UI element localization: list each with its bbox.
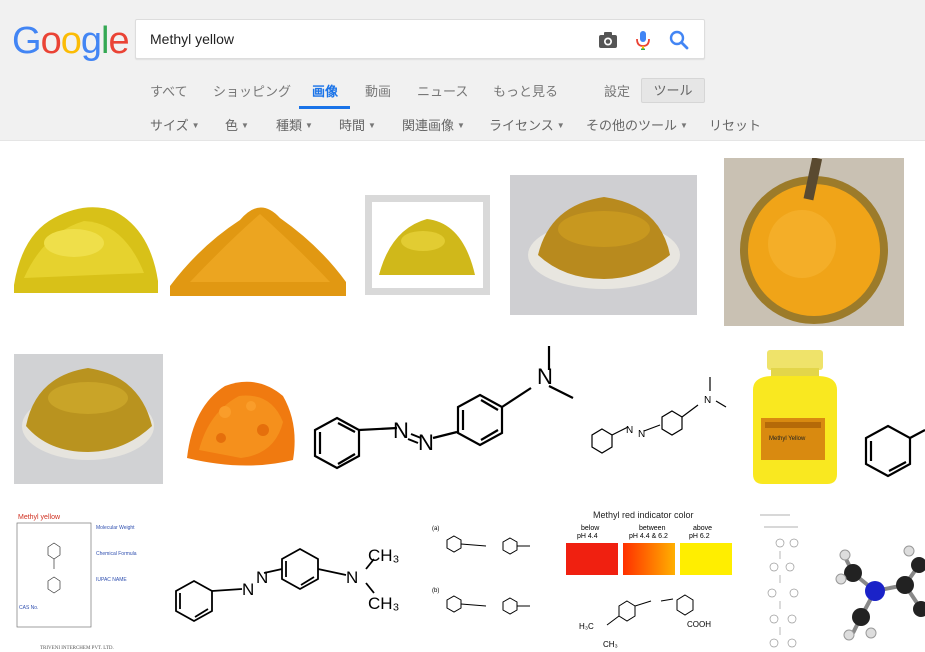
bottle-label: Methyl Yellow (769, 436, 806, 442)
label-a: (a) (432, 526, 439, 532)
label-below: below (581, 525, 600, 532)
image-result-dish-2[interactable] (724, 158, 904, 326)
image-result-granules[interactable] (185, 372, 297, 472)
logo-letter-g: G (12, 20, 42, 62)
tab-all[interactable]: すべて (150, 81, 188, 100)
filter-type[interactable]: 種類 ▼ (276, 115, 313, 134)
google-logo[interactable]: Google (12, 20, 130, 62)
filter-time-label: 時間 (339, 118, 366, 133)
tab-videos[interactable]: 動画 (365, 81, 391, 100)
filter-time[interactable]: 時間 ▼ (339, 115, 376, 134)
n-atom-label: N (418, 430, 434, 455)
cooh-label: COOH (687, 620, 711, 629)
camera-icon[interactable] (597, 29, 619, 51)
n-atom-label: N (626, 425, 633, 436)
datasheet-title: Methyl yellow (18, 514, 61, 521)
datasheet-footer: TRIVENI INTERCHEM PVT. LTD. (40, 646, 114, 651)
label-b: (b) (432, 588, 439, 594)
search-box[interactable]: Methyl yellow (135, 19, 705, 59)
datasheet-line: Chemical Formula (96, 551, 137, 557)
image-result-powder-1[interactable] (14, 193, 158, 293)
image-result-structure-ab[interactable]: (a) (b) (430, 518, 550, 628)
image-result-scheme[interactable] (750, 505, 820, 652)
active-tab-indicator (299, 106, 350, 109)
n-atom-label: N (638, 429, 645, 440)
logo-letter-o2: o (60, 20, 82, 62)
search-input[interactable]: Methyl yellow (150, 31, 234, 47)
image-result-dish-3[interactable] (14, 354, 163, 484)
image-result-structure-partial[interactable] (856, 410, 925, 490)
filter-type-label: 種類 (276, 118, 303, 133)
chevron-down-icon: ▼ (556, 121, 565, 130)
datasheet-line: IUPAC NAME (96, 577, 127, 583)
logo-letter-g2: g (80, 20, 102, 62)
image-result-dish-1[interactable] (510, 175, 697, 315)
image-result-bottle[interactable]: Methyl Yellow (747, 346, 842, 486)
image-result-indicator-chart[interactable]: Methyl red indicator color below pH 4.4 … (563, 507, 736, 652)
logo-letter-l: l (100, 20, 110, 62)
tools-button[interactable]: ツール (641, 78, 705, 103)
filter-color[interactable]: 色 ▼ (225, 115, 249, 134)
label-below-ph: pH 4.4 (577, 533, 598, 540)
filter-license-label: ライセンス (489, 118, 554, 133)
image-result-powder-2[interactable] (170, 190, 346, 296)
filter-other-tools[interactable]: その他のツール ▼ (586, 115, 688, 134)
n-atom-label: N (393, 418, 409, 443)
image-result-powder-3[interactable] (365, 195, 490, 295)
filter-related-label: 関連画像 (402, 118, 455, 133)
logo-letter-e: e (108, 20, 129, 62)
n-atom-label: N (537, 364, 553, 389)
n-atom-label: N (242, 580, 254, 599)
ch3-label: CH₃ (603, 640, 618, 649)
swatch-yellow (680, 543, 732, 575)
swatch-red (566, 543, 618, 575)
image-result-structure-ch3[interactable]: N N N CH₃ CH₃ (160, 535, 415, 635)
filter-related[interactable]: 関連画像 ▼ (402, 115, 465, 134)
n-atom-label: N (256, 568, 268, 587)
filter-other-tools-label: その他のツール (586, 118, 678, 133)
logo-letter-o1: o (40, 20, 62, 62)
tab-images[interactable]: 画像 (312, 81, 338, 100)
tab-more[interactable]: もっと見る (493, 81, 558, 100)
datasheet-line: CAS No. (19, 605, 38, 611)
label-between: between (639, 525, 666, 532)
ch3-label: CH₃ (368, 546, 399, 565)
h3c-label: H₃C (579, 622, 594, 631)
tab-shopping[interactable]: ショッピング (213, 81, 291, 100)
label-above: above (693, 525, 712, 532)
chevron-down-icon: ▼ (191, 121, 200, 130)
chevron-down-icon: ▼ (457, 121, 465, 130)
n-atom-label: N (704, 395, 711, 406)
chevron-down-icon: ▼ (305, 121, 313, 130)
filter-size-label: サイズ (150, 118, 189, 133)
filter-reset[interactable]: リセット (709, 115, 761, 134)
indicator-title: Methyl red indicator color (593, 510, 694, 520)
chevron-down-icon: ▼ (680, 121, 688, 130)
image-result-structure-small[interactable]: N N N (588, 375, 733, 460)
microphone-icon[interactable] (632, 29, 654, 51)
ch3-label: CH₃ (368, 594, 399, 613)
swatch-gradient (623, 543, 675, 575)
image-result-structure-large[interactable]: N N N (305, 340, 575, 500)
search-icon[interactable] (668, 29, 690, 51)
label-between-ph: pH 4.4 & 6.2 (629, 533, 668, 540)
filter-license[interactable]: ライセンス ▼ (489, 115, 565, 134)
header: Google Methyl yellow すべて ショッピング 画像 動画 ニュ… (0, 0, 925, 141)
image-result-ball-stick[interactable] (835, 535, 925, 645)
image-result-datasheet[interactable]: Methyl yellow Molecular Weight Chemical … (14, 507, 154, 652)
tab-settings[interactable]: 設定 (604, 81, 630, 100)
tab-news[interactable]: ニュース (417, 81, 468, 100)
chevron-down-icon: ▼ (241, 121, 249, 130)
datasheet-line: Molecular Weight (96, 525, 135, 531)
n-atom-label: N (346, 568, 358, 587)
filter-color-label: 色 (225, 118, 239, 133)
chevron-down-icon: ▼ (368, 121, 376, 130)
filter-size[interactable]: サイズ ▼ (150, 115, 200, 134)
label-above-ph: pH 6.2 (689, 533, 710, 540)
